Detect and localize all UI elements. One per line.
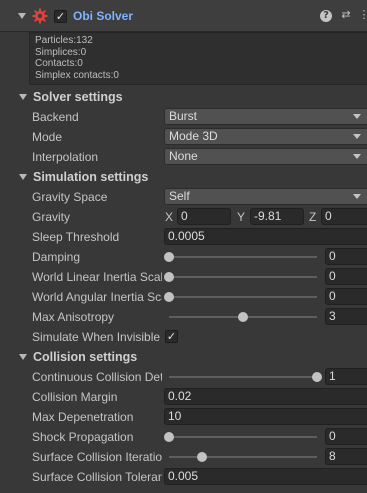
gravity-z-field[interactable]: 0 (321, 208, 367, 225)
gravity-space-dropdown[interactable]: Self (164, 188, 367, 205)
menu-icon[interactable]: ⋮ (357, 8, 367, 22)
linear-inertia-row: World Linear Inertia Scale 0 (0, 267, 367, 287)
foldout-arrow-icon[interactable] (18, 13, 26, 19)
gravity-space-row: Gravity Space Self (0, 187, 367, 207)
surface-tolerance-row: Surface Collision Tolerance 0.005 (0, 467, 367, 487)
gravity-space-value: Self (169, 189, 190, 203)
ccd-slider-track[interactable] (169, 376, 317, 378)
linear-inertia-slider-thumb[interactable] (164, 272, 174, 282)
solver-settings-foldout[interactable]: Solver settings (0, 87, 367, 107)
simulate-invisible-checkbox[interactable]: ✓ (165, 330, 178, 343)
gravity-label: Gravity (32, 210, 71, 224)
collision-margin-label: Collision Margin (32, 390, 118, 404)
damping-slider-track[interactable] (169, 256, 317, 258)
component-title: Obi Solver (73, 9, 134, 23)
surface-tolerance-field[interactable]: 0.005 (164, 468, 367, 485)
max-depenetration-field[interactable]: 10 (164, 408, 367, 425)
angular-inertia-slider-thumb[interactable] (164, 292, 174, 302)
mode-dropdown[interactable]: Mode 3D (164, 128, 367, 145)
component-header: ✓ Obi Solver ? ⇄ ⋮ (0, 0, 367, 32)
dropdown-caret-icon (353, 154, 361, 159)
angular-inertia-row: World Angular Inertia Scale 0 (0, 287, 367, 307)
gravity-y-field[interactable]: -9.81 (250, 208, 304, 225)
foldout-arrow-icon[interactable] (19, 174, 27, 180)
linear-inertia-label: World Linear Inertia Scale (32, 270, 162, 284)
help-icon[interactable]: ? (320, 10, 332, 22)
interpolation-row: Interpolation None (0, 147, 367, 167)
linear-inertia-field[interactable]: 0 (325, 268, 367, 285)
mode-row: Mode Mode 3D (0, 127, 367, 147)
interpolation-value: None (169, 149, 198, 163)
shock-propagation-row: Shock Propagation 0 (0, 427, 367, 447)
stats-contacts: Contacts:0 (35, 58, 83, 69)
simulation-settings-foldout[interactable]: Simulation settings (0, 167, 367, 187)
section-title: Collision settings (33, 350, 138, 364)
angular-inertia-label: World Angular Inertia Scale (32, 290, 162, 304)
surface-iterations-label: Surface Collision Iterations (32, 450, 162, 464)
ccd-label: Continuous Collision Detection (32, 370, 162, 384)
max-depenetration-row: Max Depenetration 10 (0, 407, 367, 427)
section-title: Solver settings (33, 90, 123, 104)
sleep-threshold-label: Sleep Threshold (32, 230, 120, 244)
mode-value: Mode 3D (169, 129, 218, 143)
max-anisotropy-row: Max Anisotropy 3 (0, 307, 367, 327)
surface-iterations-row: Surface Collision Iterations 8 (0, 447, 367, 467)
angular-inertia-field[interactable]: 0 (325, 288, 367, 305)
gravity-row: Gravity X 0 Y -9.81 Z 0 (0, 207, 367, 227)
shock-propagation-slider-track[interactable] (169, 436, 317, 438)
stats-simplex-contacts: Simplex contacts:0 (35, 69, 119, 81)
dropdown-caret-icon (353, 194, 361, 199)
shock-propagation-field[interactable]: 0 (325, 428, 367, 445)
gear-red-icon (32, 8, 48, 24)
interpolation-dropdown[interactable]: None (164, 148, 367, 165)
component-enabled-checkbox[interactable]: ✓ (54, 10, 67, 23)
gravity-x-field[interactable]: 0 (177, 208, 231, 225)
damping-field[interactable]: 0 (325, 248, 367, 265)
backend-label: Backend (32, 110, 79, 124)
interpolation-label: Interpolation (32, 150, 99, 164)
ccd-field[interactable]: 1 (325, 368, 367, 385)
simulate-invisible-label: Simulate When Invisible (32, 330, 161, 344)
foldout-arrow-icon[interactable] (19, 354, 27, 360)
max-anisotropy-field[interactable]: 3 (325, 308, 367, 325)
damping-slider-thumb[interactable] (164, 252, 174, 262)
gravity-y-label[interactable]: Y (237, 210, 245, 224)
presets-icon[interactable]: ⇄ (339, 8, 353, 22)
foldout-arrow-icon[interactable] (19, 94, 27, 100)
linear-inertia-slider-track[interactable] (169, 276, 317, 278)
surface-iterations-slider-track[interactable] (169, 456, 317, 458)
shock-propagation-label: Shock Propagation (32, 430, 134, 444)
surface-tolerance-label: Surface Collision Tolerance (32, 470, 162, 484)
mode-label: Mode (32, 130, 63, 144)
shock-propagation-slider-thumb[interactable] (164, 432, 174, 442)
sleep-threshold-row: Sleep Threshold 0.0005 (0, 227, 367, 247)
max-depenetration-label: Max Depenetration (32, 410, 134, 424)
collision-margin-field[interactable]: 0.02 (164, 388, 367, 405)
gravity-x-label[interactable]: X (165, 210, 173, 224)
solver-stats-box: Particles:132 Simplices:0 Contacts:0 Sim… (29, 32, 367, 85)
section-title: Simulation settings (33, 170, 149, 184)
backend-dropdown[interactable]: Burst (164, 108, 367, 125)
dropdown-caret-icon (353, 134, 361, 139)
damping-label: Damping (32, 250, 81, 264)
surface-iterations-slider-thumb[interactable] (196, 452, 207, 462)
backend-value: Burst (169, 109, 198, 123)
max-anisotropy-slider-thumb[interactable] (238, 312, 248, 322)
sleep-threshold-field[interactable]: 0.0005 (164, 228, 367, 245)
ccd-row: Continuous Collision Detection 1 (0, 367, 367, 387)
gravity-space-label: Gravity Space (32, 190, 108, 204)
collision-settings-foldout[interactable]: Collision settings (0, 347, 367, 367)
stats-simplices: Simplices:0 (35, 46, 87, 58)
stats-particles: Particles:132 (35, 35, 93, 46)
collision-margin-row: Collision Margin 0.02 (0, 387, 367, 407)
dropdown-caret-icon (353, 114, 361, 119)
damping-row: Damping 0 (0, 247, 367, 267)
ccd-slider-thumb[interactable] (312, 372, 322, 382)
gravity-z-label[interactable]: Z (309, 210, 316, 224)
surface-iterations-field[interactable]: 8 (325, 448, 367, 465)
simulate-invisible-row: Simulate When Invisible ✓ (0, 327, 367, 347)
backend-row: Backend Burst (0, 107, 367, 127)
max-anisotropy-label: Max Anisotropy (32, 310, 115, 324)
angular-inertia-slider-track[interactable] (169, 296, 317, 298)
